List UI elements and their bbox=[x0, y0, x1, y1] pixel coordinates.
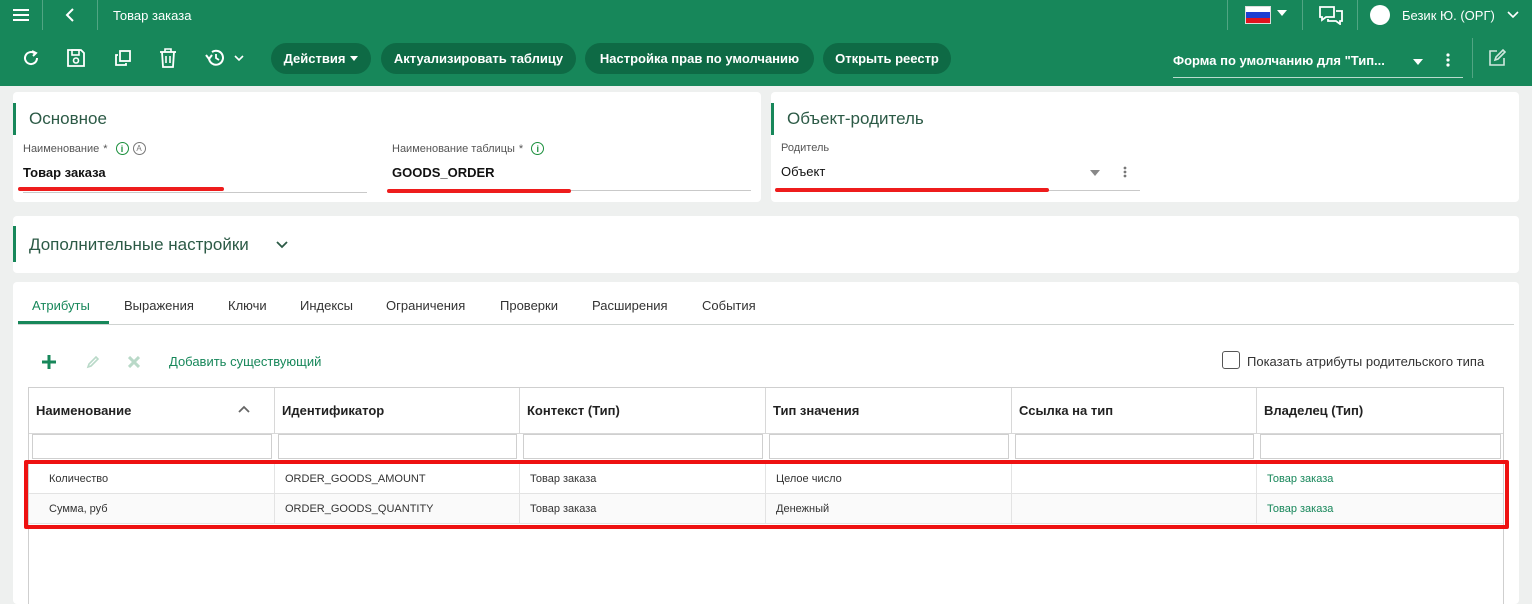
tab-events[interactable]: События bbox=[702, 298, 756, 313]
menu-icon[interactable] bbox=[10, 0, 32, 30]
highlight-underline bbox=[775, 188, 1049, 192]
parent-card-title: Объект-родитель bbox=[787, 109, 924, 128]
language-selector[interactable] bbox=[1245, 0, 1287, 30]
open-registry-button[interactable]: Открыть реестр bbox=[823, 43, 951, 74]
delete-icon[interactable] bbox=[156, 46, 180, 70]
column-header-context[interactable]: Контекст (Тип) bbox=[520, 388, 766, 433]
page-title: Товар заказа bbox=[113, 7, 192, 23]
avatar bbox=[1370, 5, 1390, 25]
column-header-type-link[interactable]: Ссылка на тип bbox=[1012, 388, 1257, 433]
column-header-label: Наименование bbox=[36, 403, 132, 418]
parent-card-accent bbox=[771, 103, 774, 135]
history-menu[interactable] bbox=[204, 46, 254, 70]
delete-x-icon[interactable] bbox=[128, 356, 140, 368]
name-label-text: Наименование bbox=[23, 142, 100, 155]
filter-input-name[interactable] bbox=[32, 434, 272, 459]
refresh-table-button[interactable]: Актуализировать таблицу bbox=[381, 43, 576, 74]
tab-checks[interactable]: Проверки bbox=[500, 298, 558, 313]
info-icon[interactable]: i bbox=[531, 142, 545, 155]
user-menu[interactable]: Безик Ю. (ОРГ) bbox=[1370, 0, 1519, 30]
parent-select[interactable]: Объект bbox=[781, 164, 825, 179]
refresh-icon[interactable] bbox=[19, 46, 43, 70]
show-parent-checkbox[interactable] bbox=[1222, 351, 1240, 369]
form-select-value: Форма по умолчанию для "Тип... bbox=[1173, 53, 1385, 68]
more-vertical-icon[interactable] bbox=[1446, 53, 1450, 67]
chevron-down-icon bbox=[1507, 11, 1519, 19]
column-header-value-type[interactable]: Тип значения bbox=[766, 388, 1012, 433]
filter-input-owner[interactable] bbox=[1260, 434, 1501, 459]
table-name-field[interactable]: GOODS_ORDER bbox=[392, 165, 495, 180]
add-icon[interactable] bbox=[42, 355, 56, 369]
extra-settings-title[interactable]: Дополнительные настройки bbox=[29, 235, 249, 255]
save-icon[interactable] bbox=[64, 46, 88, 70]
highlight-underline bbox=[387, 189, 571, 193]
chat-icon[interactable] bbox=[1318, 0, 1344, 30]
active-tab-indicator bbox=[18, 321, 109, 324]
caret-down-icon bbox=[1413, 59, 1423, 65]
user-name: Безик Ю. (ОРГ) bbox=[1402, 7, 1495, 23]
sort-ascending-icon[interactable] bbox=[238, 405, 250, 413]
name-field[interactable]: Товар заказа bbox=[23, 165, 106, 180]
back-icon[interactable] bbox=[60, 0, 80, 30]
filter-input-context[interactable] bbox=[523, 434, 763, 459]
required-mark: * bbox=[103, 142, 108, 155]
main-card-title: Основное bbox=[29, 109, 107, 128]
copy-icon[interactable] bbox=[111, 46, 135, 70]
toolbar: Действия Актуализировать таблицу Настрой… bbox=[0, 30, 1532, 86]
filter-input-type-link[interactable] bbox=[1015, 434, 1254, 459]
name-field-label: Наименование * i A bbox=[23, 142, 146, 155]
caret-down-icon bbox=[1277, 10, 1287, 16]
table-label-text: Наименование таблицы bbox=[392, 142, 515, 155]
table-field-label: Наименование таблицы * i bbox=[392, 142, 545, 155]
actions-button[interactable]: Действия bbox=[271, 43, 371, 74]
tab-expressions[interactable]: Выражения bbox=[124, 298, 194, 313]
caret-down-icon[interactable] bbox=[1090, 170, 1100, 176]
tabs-divider bbox=[18, 324, 1514, 325]
tab-attributes[interactable]: Атрибуты bbox=[32, 298, 90, 313]
column-header-identifier[interactable]: Идентификатор bbox=[275, 388, 520, 433]
parent-field-label: Родитель bbox=[781, 142, 830, 154]
highlight-underline bbox=[18, 187, 224, 191]
russia-flag-icon bbox=[1245, 6, 1271, 24]
show-parent-label: Показать атрибуты родительского типа bbox=[1247, 354, 1485, 369]
add-existing-link[interactable]: Добавить существующий bbox=[169, 354, 321, 369]
chevron-down-icon bbox=[234, 54, 244, 61]
edit-icon[interactable] bbox=[86, 355, 100, 369]
tab-extensions[interactable]: Расширения bbox=[592, 298, 668, 313]
main-card-accent bbox=[13, 103, 16, 135]
caret-down-icon bbox=[350, 56, 359, 61]
default-rights-button[interactable]: Настройка прав по умолчанию bbox=[585, 43, 814, 74]
column-header-name[interactable]: Наименование bbox=[29, 388, 275, 433]
actions-label: Действия bbox=[283, 51, 346, 66]
column-header-owner[interactable]: Владелец (Тип) bbox=[1257, 388, 1503, 433]
tab-constraints[interactable]: Ограничения bbox=[386, 298, 465, 313]
name-field-underline bbox=[23, 192, 367, 193]
info-icon[interactable]: i bbox=[115, 142, 129, 155]
localization-icon[interactable]: A bbox=[132, 142, 146, 155]
form-select[interactable]: Форма по умолчанию для "Тип... bbox=[1173, 44, 1463, 78]
edit-form-icon[interactable] bbox=[1485, 46, 1509, 70]
chevron-down-icon[interactable] bbox=[276, 241, 288, 249]
tab-keys[interactable]: Ключи bbox=[228, 298, 267, 313]
highlight-box bbox=[24, 460, 1509, 529]
more-vertical-icon[interactable] bbox=[1123, 166, 1127, 178]
top-bar: Товар заказа Безик Ю. (ОРГ) bbox=[0, 0, 1532, 30]
tab-indexes[interactable]: Индексы bbox=[300, 298, 353, 313]
extra-card-accent bbox=[13, 226, 16, 262]
filter-input-identifier[interactable] bbox=[278, 434, 517, 459]
filter-input-value-type[interactable] bbox=[769, 434, 1009, 459]
history-icon bbox=[205, 49, 224, 66]
required-mark: * bbox=[518, 142, 524, 155]
